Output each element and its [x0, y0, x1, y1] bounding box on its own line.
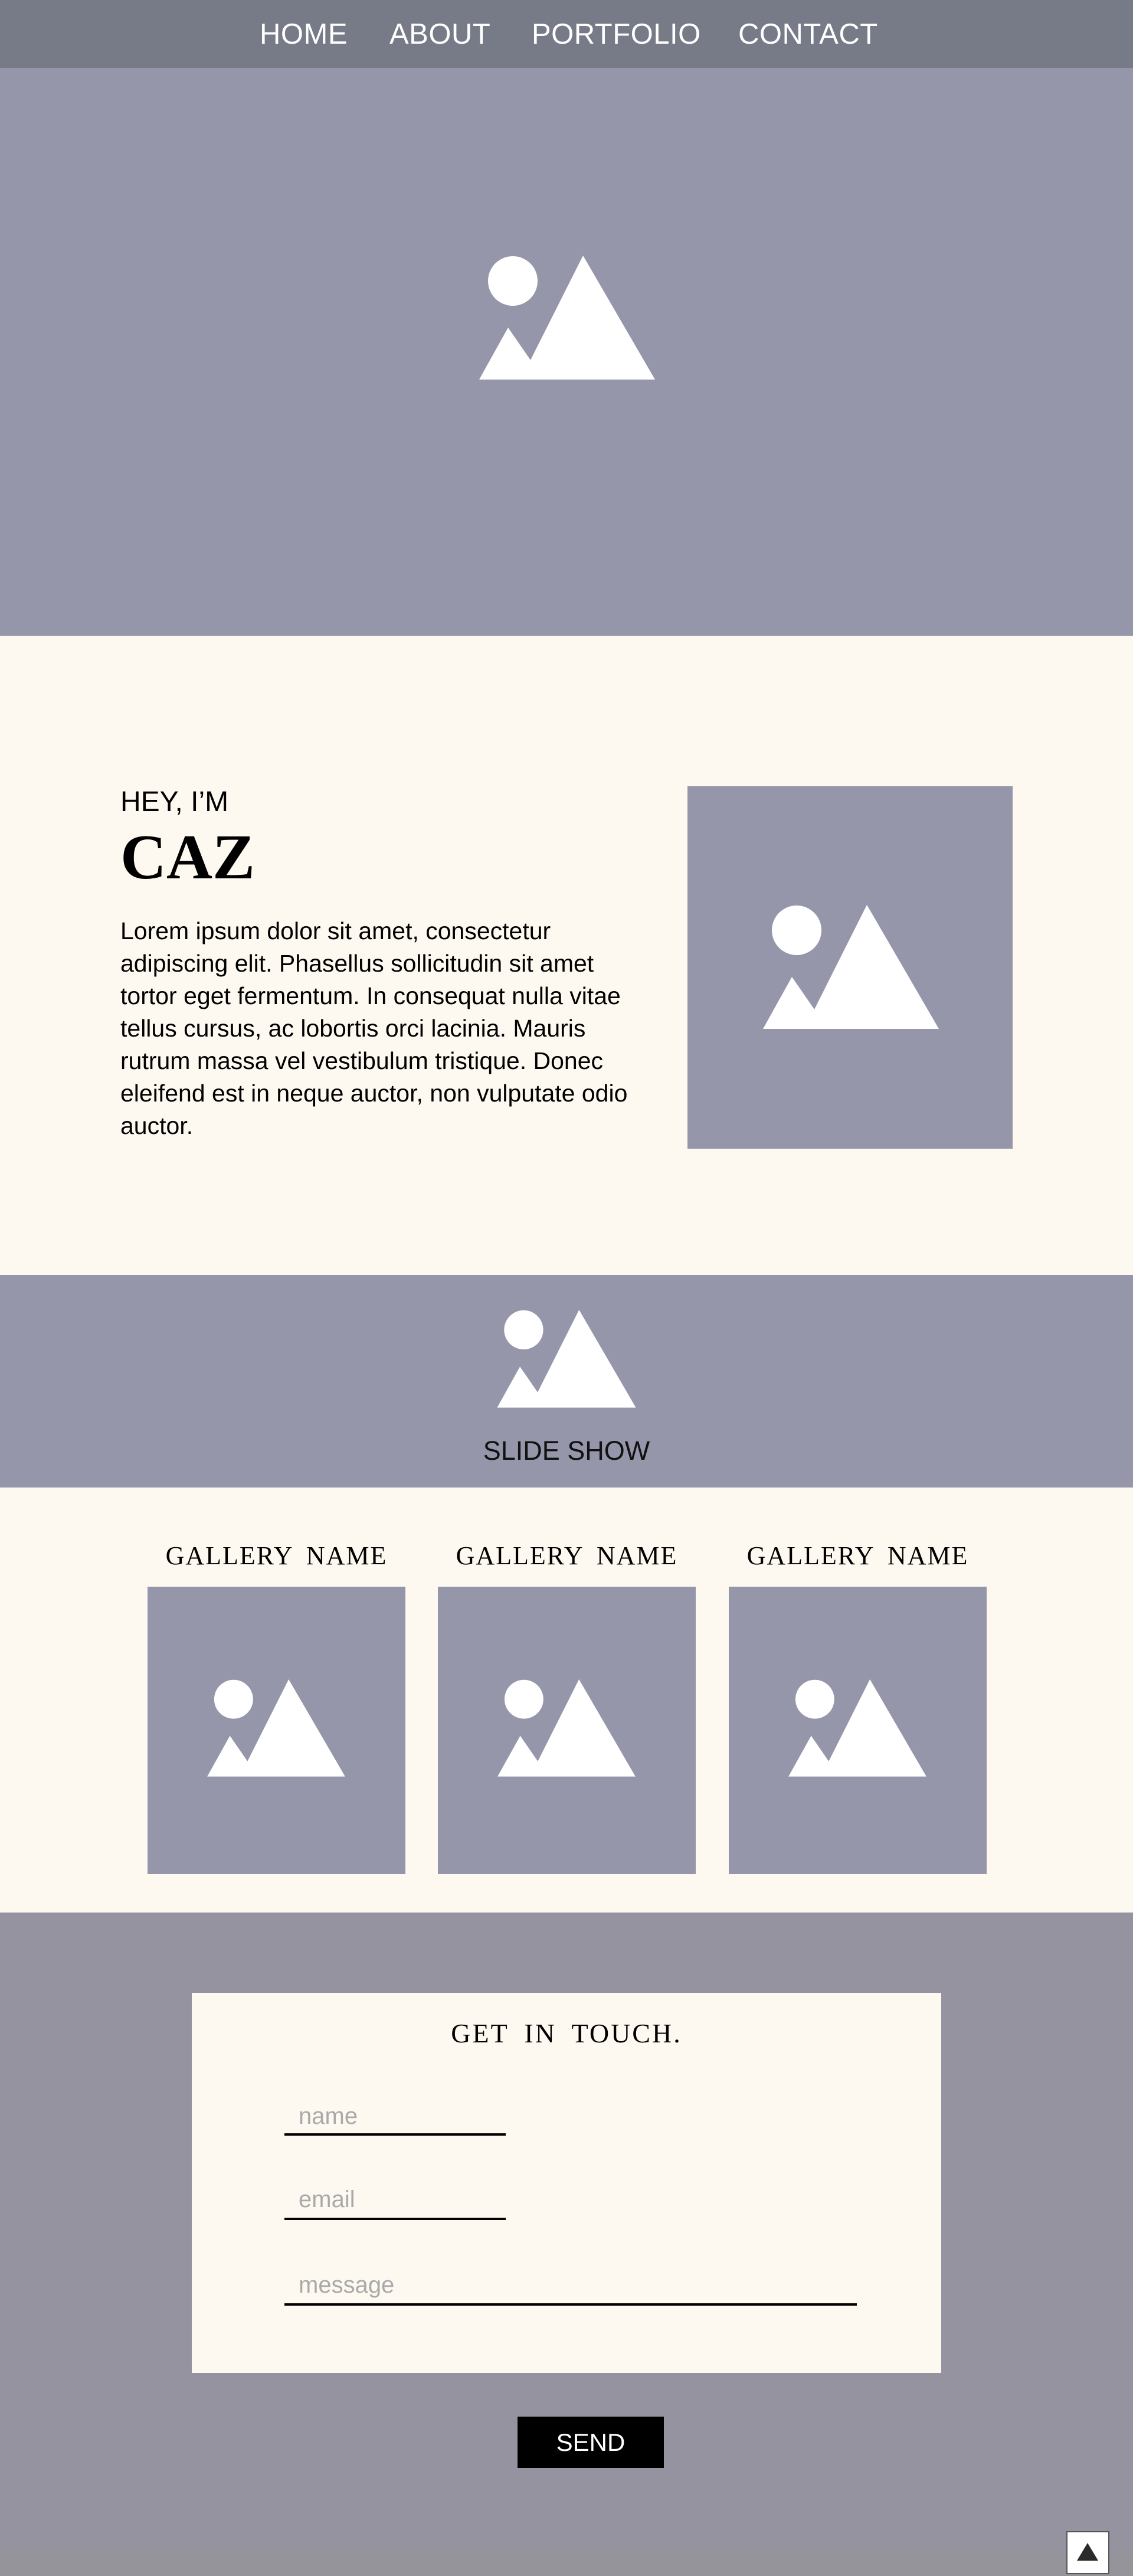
- message-field[interactable]: [284, 2269, 857, 2306]
- name-field[interactable]: [284, 2101, 506, 2136]
- image-placeholder-icon: [207, 1679, 345, 1778]
- gallery-name: GALLERY NAME: [456, 1541, 678, 1570]
- contact-title: GET IN TOUCH.: [451, 2018, 682, 2048]
- nav-item-contact[interactable]: CONTACT: [738, 18, 878, 51]
- image-placeholder-icon: [497, 1679, 636, 1778]
- gallery-name: GALLERY NAME: [746, 1541, 969, 1570]
- about-paragraph: Lorem ipsum dolor sit amet, consectetur …: [120, 917, 628, 1139]
- nav-item-home[interactable]: HOME: [260, 18, 348, 51]
- contact-form-card: [192, 1993, 941, 2373]
- triangle-up-icon: [1077, 2543, 1098, 2561]
- email-field[interactable]: [284, 2184, 506, 2220]
- image-placeholder-icon: [479, 256, 655, 381]
- image-placeholder-icon: [497, 1310, 636, 1409]
- image-placeholder-icon: [788, 1679, 926, 1778]
- top-nav: HOME ABOUT PORTFOLIO CONTACT: [0, 0, 1133, 68]
- about-name-heading: CAZ: [120, 822, 256, 893]
- about-eyebrow: HEY, I’M: [120, 786, 229, 818]
- back-to-top-button[interactable]: [1066, 2531, 1109, 2574]
- send-button[interactable]: SEND: [518, 2417, 664, 2468]
- nav-item-portfolio[interactable]: PORTFOLIO: [532, 18, 701, 51]
- gallery-name: GALLERY NAME: [165, 1541, 388, 1570]
- slideshow-label: SLIDE SHOW: [483, 1436, 650, 1466]
- nav-item-about[interactable]: ABOUT: [389, 18, 490, 51]
- image-placeholder-icon: [763, 905, 939, 1031]
